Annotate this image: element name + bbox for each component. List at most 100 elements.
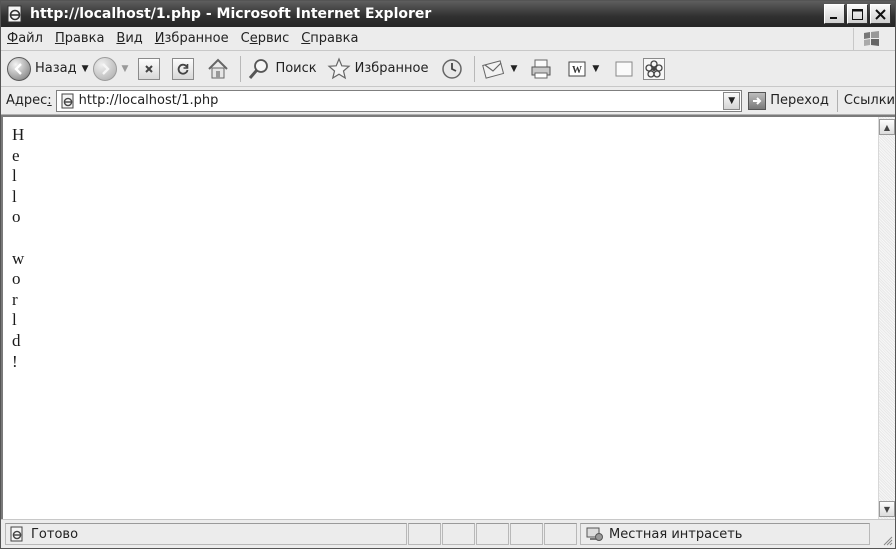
go-button[interactable]: Переход	[748, 91, 829, 110]
menu-help[interactable]: Справка	[301, 31, 358, 46]
refresh-icon	[172, 57, 195, 80]
maximize-icon	[852, 8, 863, 20]
close-button[interactable]	[870, 4, 891, 24]
menu-favorites[interactable]: Избранное	[155, 31, 229, 46]
security-zone-panel[interactable]: Местная интрасеть	[580, 523, 870, 545]
page-line: l	[12, 186, 17, 206]
address-input[interactable]: http://localhost/1.php ▼	[55, 89, 743, 112]
scroll-down-button[interactable]: ▼	[879, 501, 895, 517]
menu-file[interactable]: Файл	[7, 31, 43, 46]
intranet-icon	[586, 527, 603, 541]
page-line: r	[12, 289, 18, 309]
mail-dropdown-icon[interactable]: ▼	[510, 64, 517, 74]
go-arrow-icon	[748, 91, 767, 110]
page-content: H e l l o w o r l d ! ▲ ▼	[1, 115, 895, 519]
status-bar: Готово Местная интрасеть	[1, 519, 895, 548]
home-button[interactable]	[206, 57, 230, 81]
status-panel	[510, 523, 543, 545]
ie-page-icon	[61, 93, 74, 108]
minimize-button[interactable]	[824, 4, 845, 24]
stop-button[interactable]	[138, 57, 161, 80]
address-label: Адрес:	[6, 93, 52, 108]
minimize-icon	[830, 16, 837, 19]
star-icon	[327, 56, 351, 79]
discuss-icon	[615, 61, 633, 76]
page-line: o	[12, 269, 21, 289]
page-line: l	[12, 166, 17, 186]
maximize-button[interactable]	[847, 4, 868, 24]
messenger-button[interactable]	[643, 57, 666, 80]
page-line-break	[12, 228, 24, 249]
resize-grip-icon[interactable]	[881, 534, 893, 546]
messenger-flower-icon	[643, 57, 666, 80]
chevron-down-icon: ▼	[728, 95, 736, 106]
go-label: Переход	[770, 93, 829, 108]
window-controls	[824, 4, 891, 24]
forward-button[interactable]: ▼	[92, 56, 129, 81]
favorites-label: Избранное	[354, 61, 429, 76]
search-label: Поиск	[275, 61, 317, 76]
menu-bar: Файл Правка Вид Избранное Сервис Справка	[1, 27, 895, 51]
address-url[interactable]: http://localhost/1.php	[79, 93, 219, 108]
links-toolbar-button[interactable]: Ссылки	[836, 89, 895, 112]
home-icon	[208, 58, 229, 78]
standard-toolbar: Назад ▼ ▼ Поиск Избранное ▼ W ▼	[1, 51, 895, 87]
page-line: !	[12, 351, 18, 371]
back-label: Назад	[35, 61, 77, 76]
page-line: l	[12, 310, 17, 330]
toolbar-separator	[240, 55, 242, 82]
status-text-panel: Готово	[5, 523, 407, 545]
mail-button[interactable]: ▼	[481, 57, 517, 81]
status-panel	[408, 523, 441, 545]
back-dropdown-icon[interactable]: ▼	[82, 64, 89, 74]
favorites-button[interactable]: Избранное	[327, 56, 429, 81]
address-dropdown-button[interactable]: ▼	[723, 91, 741, 110]
menu-edit[interactable]: Правка	[55, 31, 104, 46]
chevron-down-icon: ▼	[883, 504, 891, 514]
status-panel	[544, 523, 577, 545]
menu-view[interactable]: Вид	[116, 31, 142, 46]
zone-label: Местная интрасеть	[609, 526, 743, 542]
ie-page-icon	[7, 5, 22, 23]
windows-flag-icon	[863, 31, 879, 46]
window-title: http://localhost/1.php - Microsoft Inter…	[30, 6, 432, 22]
close-icon	[875, 8, 886, 20]
page-line: e	[12, 145, 20, 165]
back-arrow-icon	[7, 56, 31, 81]
status-panel	[442, 523, 475, 545]
toolbar-separator	[474, 55, 476, 82]
ie-page-icon	[10, 526, 23, 542]
history-button[interactable]	[440, 57, 464, 81]
page-line: d	[12, 330, 21, 350]
chevron-up-icon: ▲	[883, 122, 891, 132]
print-button[interactable]	[529, 57, 553, 81]
refresh-button[interactable]	[172, 57, 195, 80]
windows-logo-throbber	[853, 28, 889, 50]
page-line: w	[12, 248, 25, 268]
page-text: H e l l o w o r l d !	[12, 125, 24, 372]
svg-text:W: W	[572, 65, 582, 76]
menu-tools[interactable]: Сервис	[241, 31, 290, 46]
vertical-scrollbar[interactable]: ▲ ▼	[878, 117, 895, 519]
history-icon	[442, 58, 463, 79]
status-text: Готово	[31, 526, 79, 542]
browser-window: http://localhost/1.php - Microsoft Inter…	[0, 0, 896, 549]
magnifier-icon	[249, 58, 269, 79]
status-panel	[476, 523, 509, 545]
forward-arrow-icon	[92, 56, 117, 81]
forward-dropdown-icon[interactable]: ▼	[122, 64, 129, 74]
discuss-button[interactable]	[613, 58, 635, 80]
search-button[interactable]: Поиск	[247, 57, 317, 81]
scroll-up-button[interactable]: ▲	[879, 119, 895, 135]
title-bar[interactable]: http://localhost/1.php - Microsoft Inter…	[1, 1, 895, 27]
back-button[interactable]: Назад ▼	[7, 56, 89, 81]
stop-icon	[138, 57, 161, 80]
edit-dropdown-icon[interactable]: ▼	[592, 64, 599, 74]
printer-icon	[531, 59, 551, 78]
word-edit-icon: W	[568, 61, 586, 76]
address-bar: Адрес: http://localhost/1.php ▼ Переход …	[1, 87, 895, 115]
mail-icon	[482, 59, 505, 79]
edit-button[interactable]: W ▼	[567, 59, 599, 79]
page-line: o	[12, 207, 21, 227]
page-line: H	[12, 125, 25, 144]
